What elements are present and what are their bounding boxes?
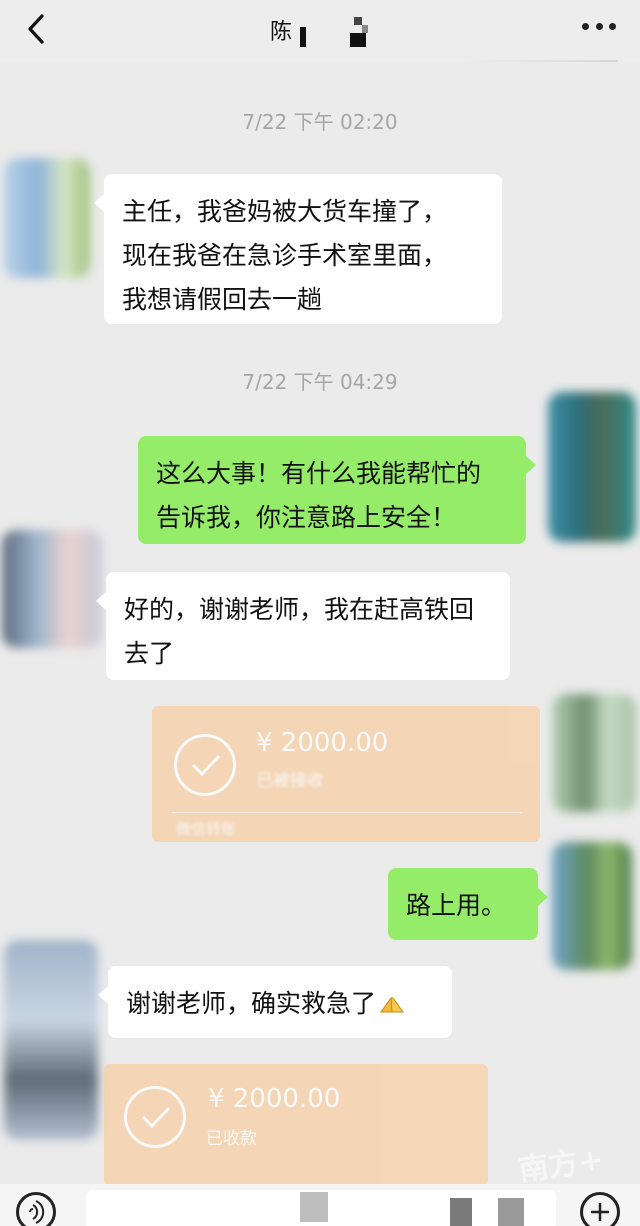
plus-icon[interactable] xyxy=(580,1192,620,1226)
transfer-footer: 微信转账 xyxy=(176,820,237,838)
chat-header: 陈 xyxy=(0,0,640,62)
header-divider xyxy=(468,60,618,62)
chevron-left-icon[interactable] xyxy=(22,12,52,46)
check-circle-icon xyxy=(124,1086,186,1148)
message-text: 谢谢老师，确实救急了 xyxy=(126,989,377,1018)
watermark: 南方+ xyxy=(516,1142,606,1189)
folded-hands-emoji-icon xyxy=(380,997,404,1013)
self-avatar[interactable] xyxy=(552,694,636,812)
contact-avatar[interactable] xyxy=(2,530,102,648)
money-transfer-card[interactable]: ¥ 2000.00 已被接收 微信转账 xyxy=(152,706,540,842)
contact-avatar[interactable] xyxy=(4,158,90,278)
message-line: 现在我爸在急诊手术室里面， xyxy=(122,241,448,270)
message-bubble-outgoing: 路上用。 xyxy=(388,868,548,940)
transfer-status: 已收款 xyxy=(206,1129,257,1149)
transfer-amount: ¥ 2000.00 xyxy=(208,1084,341,1114)
more-dots-icon[interactable] xyxy=(582,20,616,32)
mosaic-block xyxy=(300,1192,328,1222)
message-line: 主任，我爸妈被大货车撞了， xyxy=(122,197,448,226)
transfer-divider xyxy=(172,812,522,813)
message-line: 好的，谢谢老师，我在赶高铁回 xyxy=(124,595,475,624)
timestamp: 7/22 下午 02:20 xyxy=(242,110,398,134)
message-line: 我想请假回去一趟 xyxy=(122,285,323,314)
message-bubble-incoming: 谢谢老师，确实救急了 xyxy=(98,966,452,1038)
input-bar xyxy=(0,1184,640,1226)
voice-icon[interactable] xyxy=(16,1192,56,1226)
message-bubble-incoming: 主任，我爸妈被大货车撞了， 现在我爸在急诊手术室里面， 我想请假回去一趟 xyxy=(94,174,502,324)
message-line: 这么大事！有什么我能帮忙的 xyxy=(156,459,482,488)
message-bubble-outgoing: 这么大事！有什么我能帮忙的 告诉我，你注意路上安全！ xyxy=(138,436,536,544)
chat-title-wrap: 陈 xyxy=(270,12,369,48)
self-avatar[interactable] xyxy=(552,842,632,970)
contact-avatar[interactable] xyxy=(4,940,98,1140)
transfer-status: 已被接收 xyxy=(256,771,324,791)
message-line: 路上用。 xyxy=(406,891,507,920)
money-transfer-card[interactable]: ¥ 2000.00 已收款 xyxy=(104,1064,488,1186)
message-line: 谢谢老师，确实救急了 xyxy=(126,982,434,1026)
message-line: 去了 xyxy=(124,639,175,668)
chat-title: 陈 xyxy=(270,20,293,45)
self-avatar[interactable] xyxy=(548,392,636,542)
timestamp: 7/22 下午 04:29 xyxy=(242,370,398,394)
transfer-amount: ¥ 2000.00 xyxy=(256,728,389,758)
name-mosaic xyxy=(298,13,369,47)
mosaic-block xyxy=(450,1198,472,1226)
check-circle-icon xyxy=(174,734,236,796)
message-bubble-incoming: 好的，谢谢老师，我在赶高铁回 去了 xyxy=(96,572,510,680)
mosaic-block xyxy=(498,1198,524,1226)
message-line: 告诉我，你注意路上安全！ xyxy=(156,503,457,532)
